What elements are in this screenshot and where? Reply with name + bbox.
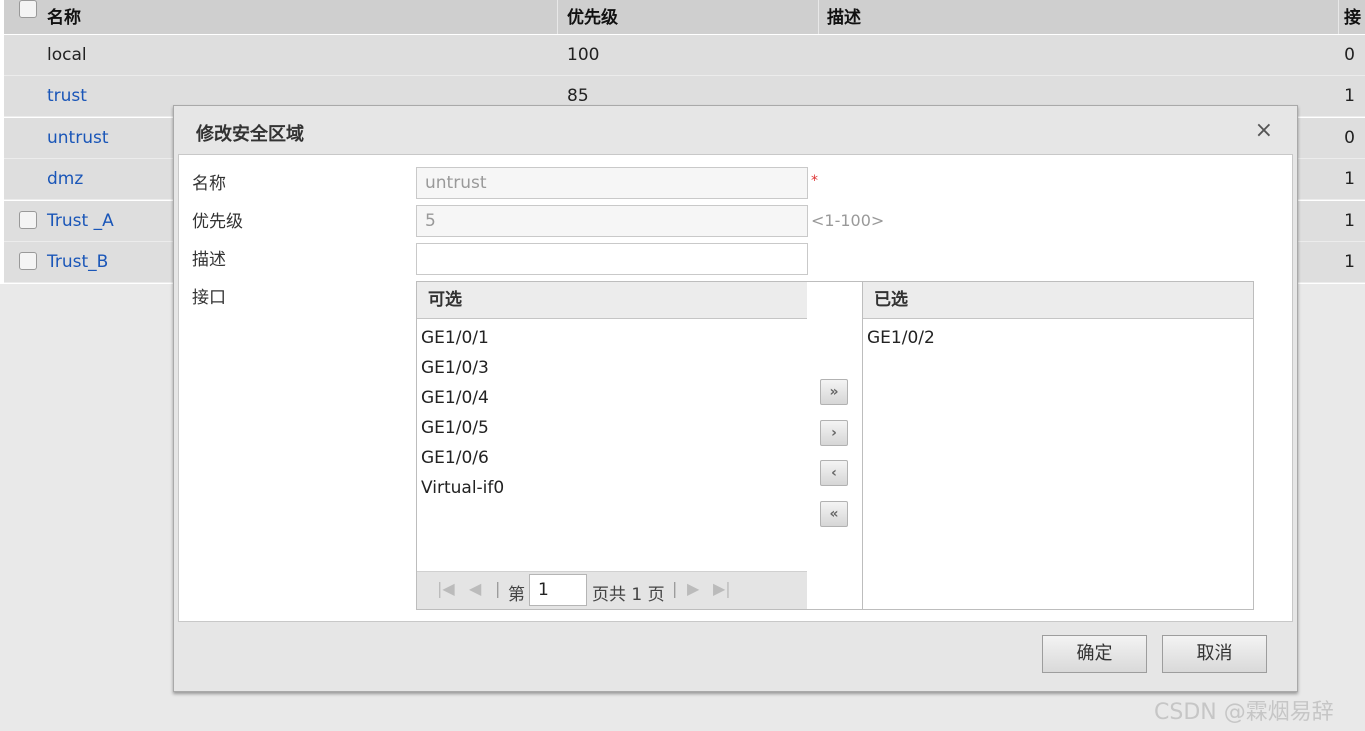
- select-all-checkbox[interactable]: [19, 0, 37, 18]
- name-field: untrust: [416, 167, 808, 199]
- row-checkbox[interactable]: [19, 211, 37, 229]
- edit-zone-dialog: 修改安全区域 × 名称 untrust * 优先级 5 <1-100> 描述 接…: [173, 105, 1298, 692]
- add-all-button[interactable]: »: [820, 379, 848, 405]
- column-divider: [1338, 0, 1339, 34]
- zone-interface-count: 0: [1344, 128, 1355, 148]
- zone-interface-count: 0: [1344, 45, 1355, 65]
- zone-name-link[interactable]: Trust _A: [47, 211, 114, 231]
- list-item[interactable]: GE1/0/1: [421, 323, 807, 353]
- pager-divider: |: [672, 579, 678, 598]
- next-page-icon[interactable]: ▶: [687, 579, 699, 598]
- zone-interface-count: 1: [1344, 252, 1355, 272]
- header-interface: 接: [1344, 8, 1361, 28]
- description-label: 描述: [192, 250, 226, 270]
- page-suffix: 页共 1 页: [592, 585, 665, 605]
- description-input[interactable]: [416, 243, 808, 275]
- header-name: 名称: [47, 8, 81, 28]
- row-checkbox[interactable]: [19, 252, 37, 270]
- watermark: CSDN @霖烟易辞: [1154, 700, 1334, 725]
- zone-interface-count: 1: [1344, 211, 1355, 231]
- ok-button[interactable]: 确定: [1042, 635, 1147, 673]
- zone-priority: 100: [567, 45, 600, 65]
- header-priority: 优先级: [567, 8, 618, 28]
- list-item[interactable]: GE1/0/4: [421, 383, 807, 413]
- table-row[interactable]: local 100 0: [4, 35, 1365, 76]
- zone-name-link[interactable]: trust: [47, 86, 87, 106]
- add-one-button[interactable]: ›: [820, 420, 848, 446]
- close-icon[interactable]: ×: [1255, 118, 1273, 143]
- list-item[interactable]: GE1/0/5: [421, 413, 807, 443]
- list-item[interactable]: GE1/0/2: [867, 323, 1253, 353]
- zone-priority: 85: [567, 86, 589, 106]
- available-interfaces-list: 可选 GE1/0/1 GE1/0/3 GE1/0/4 GE1/0/5 GE1/0…: [416, 281, 808, 610]
- interface-label: 接口: [192, 288, 226, 308]
- table-header: 名称 优先级 描述 接: [4, 0, 1365, 34]
- header-description: 描述: [827, 8, 861, 28]
- column-divider: [818, 0, 819, 34]
- first-page-icon[interactable]: |◀: [437, 579, 455, 598]
- available-items: GE1/0/1 GE1/0/3 GE1/0/4 GE1/0/5 GE1/0/6 …: [417, 319, 807, 503]
- selected-items: GE1/0/2: [863, 319, 1253, 353]
- name-label: 名称: [192, 174, 226, 194]
- pager-divider: |: [495, 579, 501, 598]
- selected-interfaces-list: 已选 GE1/0/2: [862, 281, 1254, 610]
- dialog-title: 修改安全区域: [196, 124, 304, 145]
- zone-interface-count: 1: [1344, 169, 1355, 189]
- list-item[interactable]: Virtual-if0: [421, 473, 807, 503]
- column-divider: [557, 0, 558, 34]
- available-header: 可选: [417, 282, 807, 319]
- remove-all-button[interactable]: «: [820, 501, 848, 527]
- prev-page-icon[interactable]: ◀: [469, 579, 481, 598]
- priority-field: 5: [416, 205, 808, 237]
- page-prefix: 第: [508, 585, 525, 605]
- list-item[interactable]: GE1/0/3: [421, 353, 807, 383]
- selected-header: 已选: [863, 282, 1253, 319]
- page: 名称 优先级 描述 接 local 100 0 trust 85 1 untru…: [0, 0, 1365, 731]
- pager: |◀ ◀ | 第 页共 1 页 | ▶ ▶|: [417, 571, 807, 609]
- page-number-input[interactable]: [529, 574, 587, 606]
- zone-name-link[interactable]: dmz: [47, 169, 83, 189]
- cancel-button[interactable]: 取消: [1162, 635, 1267, 673]
- zone-name-link[interactable]: untrust: [47, 128, 109, 148]
- required-mark: *: [811, 173, 818, 189]
- last-page-icon[interactable]: ▶|: [713, 579, 731, 598]
- zone-interface-count: 1: [1344, 86, 1355, 106]
- zone-name-link[interactable]: Trust_B: [47, 252, 108, 272]
- priority-label: 优先级: [192, 212, 243, 232]
- remove-one-button[interactable]: ‹: [820, 460, 848, 486]
- dialog-body: 名称 untrust * 优先级 5 <1-100> 描述 接口 可选 GE1/…: [178, 154, 1293, 622]
- zone-name: local: [47, 45, 87, 65]
- list-item[interactable]: GE1/0/6: [421, 443, 807, 473]
- priority-range-hint: <1-100>: [811, 211, 885, 230]
